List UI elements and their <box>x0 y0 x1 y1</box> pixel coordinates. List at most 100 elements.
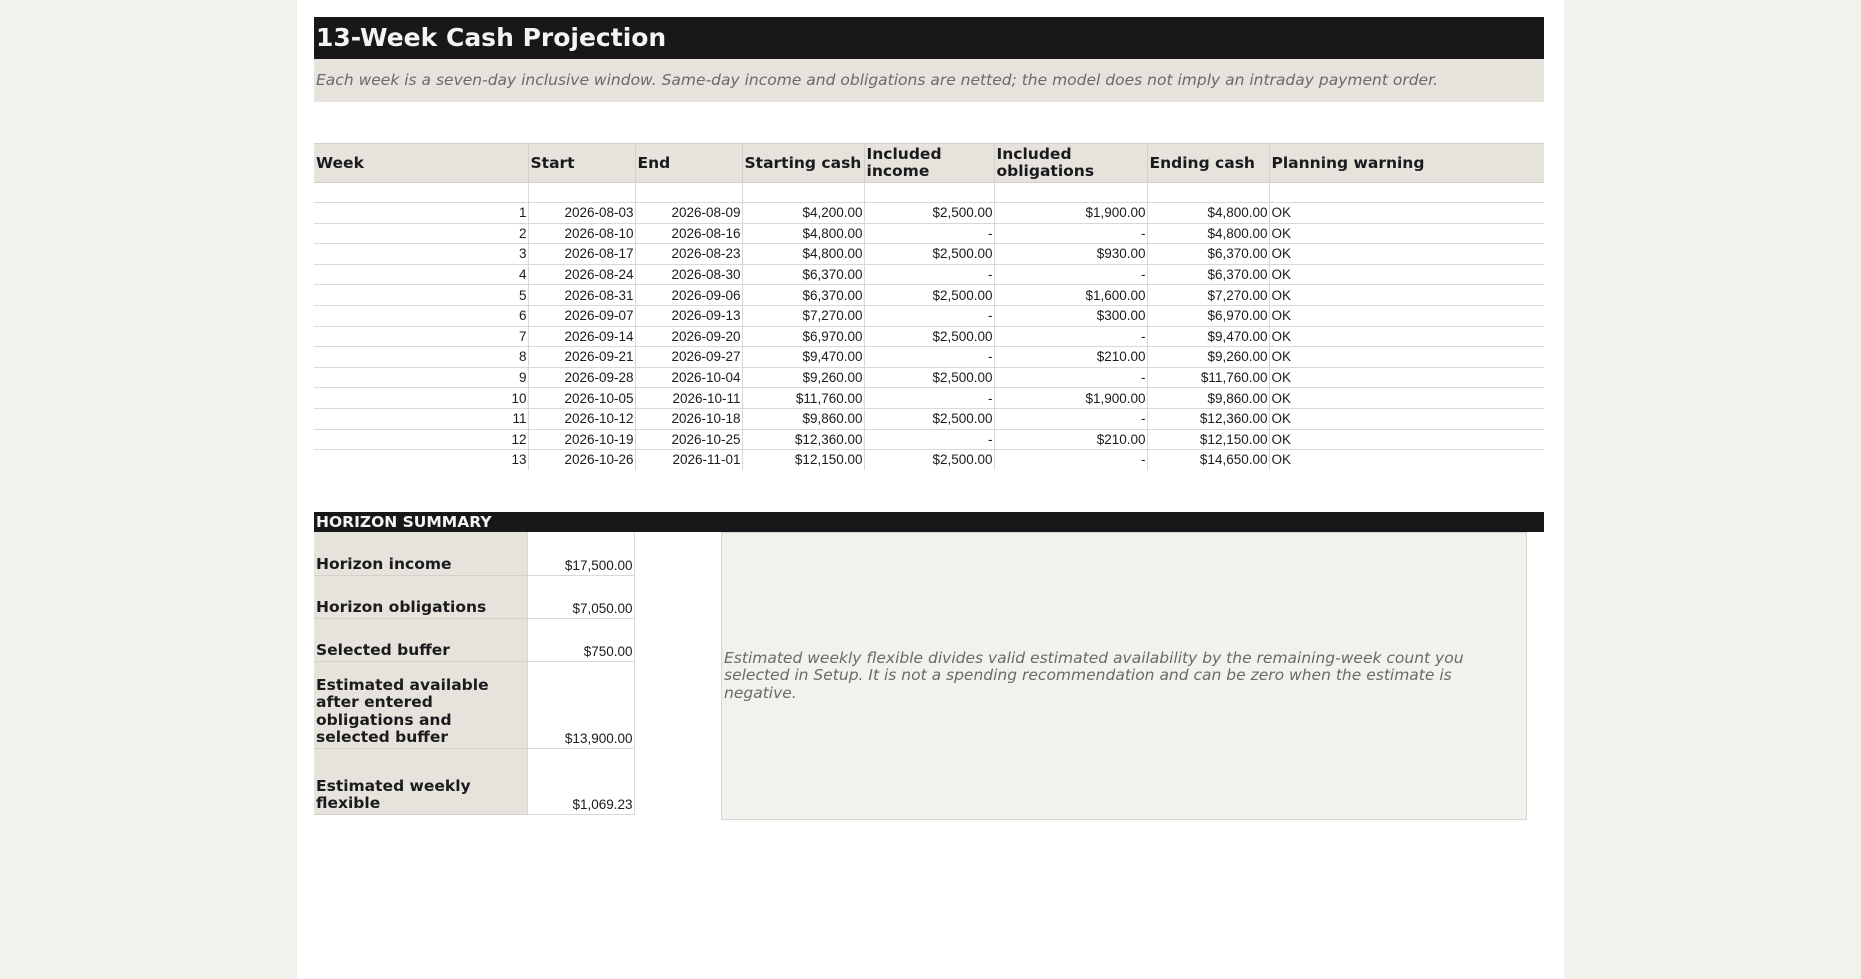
summary-label: Estimated available after entered obliga… <box>314 661 527 749</box>
table-cell: 2026-09-07 <box>528 305 636 327</box>
table-cell: $6,370.00 <box>742 264 865 286</box>
table-cell: 2 <box>314 223 529 245</box>
table-cell: 5 <box>314 284 529 306</box>
page-title: 13-Week Cash Projection <box>314 17 1544 59</box>
table-cell: - <box>864 346 995 368</box>
empty-cell <box>314 182 529 203</box>
summary-label: Horizon income <box>314 532 527 576</box>
table-cell: - <box>994 449 1148 470</box>
table-cell: 2026-08-24 <box>528 264 636 286</box>
table-cell: $7,270.00 <box>1147 284 1270 306</box>
table-cell: 2026-10-26 <box>528 449 636 470</box>
table-cell: $1,900.00 <box>994 202 1148 224</box>
table-cell: $9,860.00 <box>1147 387 1270 409</box>
table-row: 12 2026-10-19 2026-10-25 $12,360.00- $210.00… <box>314 429 1544 451</box>
table-cell: $2,500.00 <box>864 449 995 470</box>
table-cell: $6,970.00 <box>1147 305 1270 327</box>
table-cell: $300.00 <box>994 305 1148 327</box>
horizon-summary-heading: HORIZON SUMMARY <box>314 512 1544 532</box>
table-cell: 2026-08-30 <box>635 264 743 286</box>
column-header: End <box>635 143 743 183</box>
table-cell: $1,900.00 <box>994 387 1148 409</box>
table-cell: $2,500.00 <box>864 408 995 430</box>
table-cell: 2026-10-25 <box>635 429 743 451</box>
summary-label: Estimated weekly flexible <box>314 748 527 815</box>
table-cell: $210.00 <box>994 346 1148 368</box>
table-cell: 11 <box>314 408 529 430</box>
table-cell: 2026-10-19 <box>528 429 636 451</box>
summary-row: Horizon income $17,500.00 <box>314 532 635 576</box>
table-cell: $4,800.00 <box>1147 223 1270 245</box>
table-cell: 2026-08-31 <box>528 284 636 306</box>
summary-label: Horizon obligations <box>314 575 527 619</box>
table-cell: 2026-10-18 <box>635 408 743 430</box>
table-cell: $6,370.00 <box>1147 264 1270 286</box>
table-cell: 2026-10-11 <box>635 387 743 409</box>
table-cell: 12 <box>314 429 529 451</box>
table-cell: OK <box>1269 387 1544 409</box>
table-row: 2 2026-08-10 2026-08-16 $4,800.00- - $4,800.0… <box>314 223 1544 245</box>
table-cell: OK <box>1269 346 1544 368</box>
table-cell: 2026-09-21 <box>528 346 636 368</box>
table-row: 5 2026-08-31 2026-09-06 $6,370.00 $2,500.00 $… <box>314 284 1544 306</box>
table-cell: $9,470.00 <box>742 346 865 368</box>
projection-table: Week Start End Starting cash Included income… <box>314 143 1544 470</box>
table-cell: 2026-08-09 <box>635 202 743 224</box>
table-row: 4 2026-08-24 2026-08-30 $6,370.00- - $6,370.0… <box>314 264 1544 286</box>
table-cell: - <box>994 367 1148 389</box>
table-cell: 2026-08-10 <box>528 223 636 245</box>
table-cell: $4,800.00 <box>742 223 865 245</box>
table-cell: 8 <box>314 346 529 368</box>
table-cell: $4,800.00 <box>1147 202 1270 224</box>
table-cell: $11,760.00 <box>1147 367 1270 389</box>
table-cell: 9 <box>314 367 529 389</box>
table-cell: 2026-09-14 <box>528 326 636 348</box>
spreadsheet-page: 13-Week Cash Projection Each week is a s… <box>297 0 1564 979</box>
summary-row: Estimated weekly flexible $1,069.23 <box>314 748 635 815</box>
table-cell: $14,650.00 <box>1147 449 1270 470</box>
table-cell: 2026-08-16 <box>635 223 743 245</box>
table-cell: $9,470.00 <box>1147 326 1270 348</box>
table-cell: - <box>864 387 995 409</box>
table-cell: 10 <box>314 387 529 409</box>
table-cell: 13 <box>314 449 529 470</box>
table-cell: - <box>994 326 1148 348</box>
table-row: 8 2026-09-21 2026-09-27 $9,470.00- $210.00 $9… <box>314 346 1544 368</box>
table-cell: OK <box>1269 429 1544 451</box>
summary-value: $7,050.00 <box>526 575 635 619</box>
table-cell: OK <box>1269 223 1544 245</box>
table-cell: 2026-08-03 <box>528 202 636 224</box>
weekly-flexible-note-text: Estimated weekly flexible divides valid … <box>724 648 1464 702</box>
column-header: Included income <box>864 143 995 183</box>
empty-cell <box>1147 182 1270 203</box>
table-cell: $2,500.00 <box>864 284 995 306</box>
column-header: Starting cash <box>742 143 865 183</box>
table-cell: $210.00 <box>994 429 1148 451</box>
table-cell: $9,260.00 <box>742 367 865 389</box>
table-cell: 2026-10-05 <box>528 387 636 409</box>
table-cell: 4 <box>314 264 529 286</box>
table-cell: $6,970.00 <box>742 326 865 348</box>
table-cell: 2026-08-17 <box>528 243 636 265</box>
horizon-summary-table: Horizon income $17,500.00 Horizon obligati… <box>314 532 635 815</box>
table-cell: OK <box>1269 326 1544 348</box>
table-cell: - <box>864 223 995 245</box>
table-cell: $930.00 <box>994 243 1148 265</box>
table-cell: $9,260.00 <box>1147 346 1270 368</box>
table-cell: OK <box>1269 243 1544 265</box>
table-row: 3 2026-08-17 2026-08-23 $4,800.00 $2,500.00 $… <box>314 243 1544 265</box>
table-cell: 6 <box>314 305 529 327</box>
table-cell: 2026-10-12 <box>528 408 636 430</box>
table-cell: $12,150.00 <box>742 449 865 470</box>
table-cell: $2,500.00 <box>864 243 995 265</box>
table-cell: $6,370.00 <box>1147 243 1270 265</box>
table-cell: 2026-08-23 <box>635 243 743 265</box>
summary-value: $1,069.23 <box>526 748 635 815</box>
table-cell: $9,860.00 <box>742 408 865 430</box>
table-cell: $2,500.00 <box>864 367 995 389</box>
table-cell: $4,200.00 <box>742 202 865 224</box>
empty-cell <box>994 182 1148 203</box>
table-cell: $12,150.00 <box>1147 429 1270 451</box>
table-cell: - <box>994 223 1148 245</box>
table-cell: OK <box>1271 452 1292 468</box>
